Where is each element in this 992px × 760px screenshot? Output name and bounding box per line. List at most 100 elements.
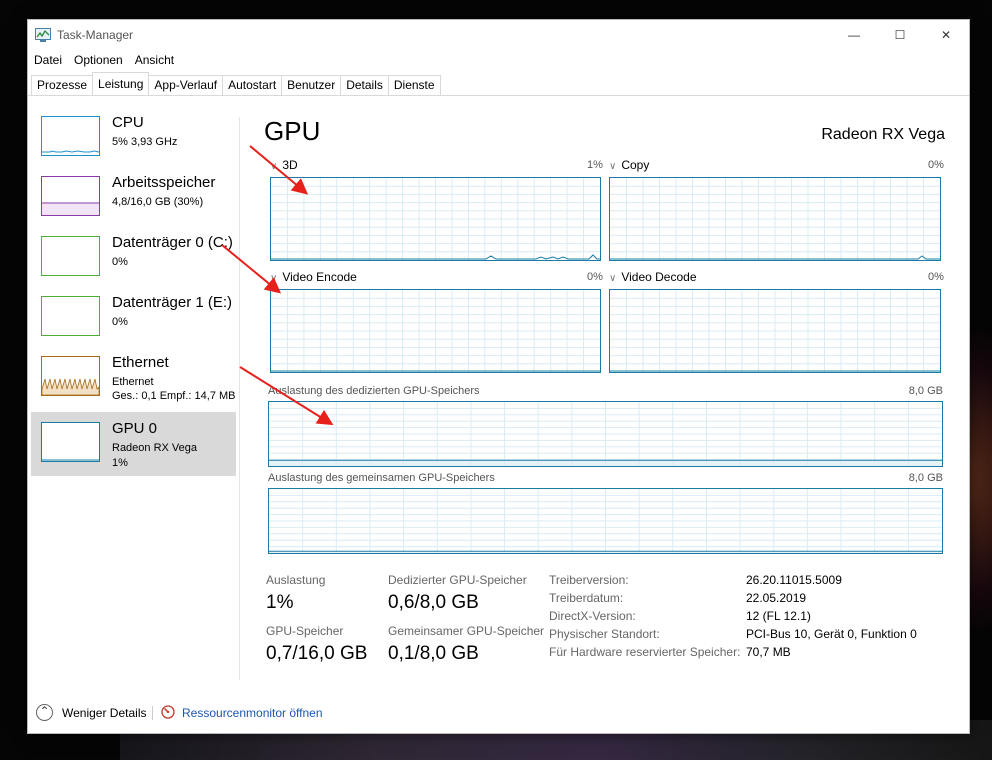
engine-graph-video-encode bbox=[270, 289, 601, 373]
task-manager-window: Task-Manager — ☐ ✕ Datei Optionen Ansich… bbox=[27, 19, 970, 734]
cpu-thumbnail-graph bbox=[41, 116, 100, 156]
utilization-label: Auslastung bbox=[266, 573, 326, 587]
sidebar-item-label: Arbeitsspeicher bbox=[112, 174, 216, 191]
sidebar-item-memory[interactable]: Arbeitsspeicher 4,8/16,0 GB (30%) bbox=[31, 166, 236, 226]
engine-selector-video-encode[interactable]: ∨ Video Encode bbox=[270, 270, 357, 284]
close-button[interactable]: ✕ bbox=[923, 20, 969, 50]
sidebar-item-label: Datenträger 1 (E:) bbox=[112, 294, 233, 311]
sidebar-item-ethernet[interactable]: Ethernet Ethernet Ges.: 0,1 Empf.: 14,7 … bbox=[31, 346, 236, 406]
chevron-down-icon: ∨ bbox=[270, 273, 278, 284]
gpu-detail-panel: GPU Radeon RX Vega ∨ 3D 1% ∨ Copy 0% ∨ Vide… bbox=[240, 106, 969, 686]
chevron-down-icon: ∨ bbox=[609, 161, 617, 172]
task-manager-app-icon bbox=[35, 28, 51, 42]
shared-memory-stat-value: 0,1/8,0 GB bbox=[388, 643, 479, 664]
physical-location-value: PCI-Bus 10, Gerät 0, Funktion 0 bbox=[746, 627, 917, 641]
tab-prozesse[interactable]: Prozesse bbox=[31, 75, 94, 95]
driver-version-value: 26.20.11015.5009 bbox=[746, 573, 842, 587]
tab-details[interactable]: Details bbox=[340, 75, 389, 95]
engine-percent: 1% bbox=[587, 159, 603, 171]
sidebar-item-throughput: Ges.: 0,1 Empf.: 14,7 MB bbox=[112, 390, 236, 402]
directx-version-value: 12 (FL 12.1) bbox=[746, 609, 811, 623]
title-bar[interactable]: Task-Manager — ☐ ✕ bbox=[28, 20, 969, 50]
dedicated-memory-stat-value: 0,6/8,0 GB bbox=[388, 592, 479, 613]
dedicated-memory-max: 8,0 GB bbox=[908, 385, 943, 397]
dedicated-memory-stat-label: Dedizierter GPU-Speicher bbox=[388, 573, 527, 587]
minimize-icon: — bbox=[848, 28, 860, 42]
engine-selector-copy[interactable]: ∨ Copy bbox=[609, 158, 649, 172]
close-icon: ✕ bbox=[940, 28, 952, 42]
menu-optionen[interactable]: Optionen bbox=[68, 51, 129, 69]
engine-label: Video Decode bbox=[621, 270, 697, 284]
gpu-memory-stat-label: GPU-Speicher bbox=[266, 624, 344, 638]
sidebar-item-detail: 0% bbox=[112, 316, 128, 328]
sidebar-item-disk-e[interactable]: Datenträger 1 (E:) 0% bbox=[31, 286, 236, 346]
chevron-down-icon: ∨ bbox=[609, 273, 617, 284]
sidebar-item-detail: 4,8/16,0 GB (30%) bbox=[112, 196, 204, 208]
engine-graph-copy bbox=[609, 177, 941, 261]
sidebar-item-label: Datenträger 0 (C:) bbox=[112, 234, 233, 251]
sidebar-item-detail: Ethernet bbox=[112, 376, 154, 388]
fewer-details-button[interactable]: Weniger Details bbox=[62, 706, 146, 720]
sidebar-item-detail: Radeon RX Vega bbox=[112, 442, 198, 454]
tab-app-verlauf[interactable]: App-Verlauf bbox=[148, 75, 224, 95]
driver-date-value: 22.05.2019 bbox=[746, 591, 807, 605]
footer-separator bbox=[152, 706, 153, 720]
engine-percent: 0% bbox=[587, 271, 603, 283]
physical-location-label: Physischer Standort: bbox=[549, 627, 660, 641]
utilization-value: 1% bbox=[266, 592, 294, 613]
minimize-button[interactable]: — bbox=[831, 20, 877, 50]
sidebar-item-gpu[interactable]: GPU 0 Radeon RX Vega 1% bbox=[31, 412, 236, 476]
maximize-button[interactable]: ☐ bbox=[877, 20, 923, 50]
tab-dienste[interactable]: Dienste bbox=[387, 75, 441, 95]
engine-percent: 0% bbox=[928, 159, 944, 171]
dedicated-memory-label: Auslastung des dedizierten GPU-Speichers bbox=[268, 385, 480, 397]
driver-date-label: Treiberdatum: bbox=[549, 591, 624, 605]
tab-autostart[interactable]: Autostart bbox=[222, 75, 283, 95]
sidebar-item-detail: 0% bbox=[112, 256, 128, 268]
dedicated-memory-graph bbox=[268, 401, 943, 467]
chevron-down-icon: ∨ bbox=[270, 161, 278, 172]
gpu-thumbnail-graph bbox=[41, 422, 100, 462]
engine-label: Video Encode bbox=[282, 270, 357, 284]
chevron-up-circle-icon[interactable]: ⌃ bbox=[36, 704, 53, 721]
performance-sidebar: CPU 5% 3,93 GHz Arbeitsspeicher 4,8/16,0… bbox=[31, 106, 236, 686]
directx-version-label: DirectX-Version: bbox=[549, 609, 636, 623]
sidebar-item-disk-c[interactable]: Datenträger 0 (C:) 0% bbox=[31, 226, 236, 286]
footer-bar: ⌃ Weniger Details Ressourcenmonitor öffn… bbox=[28, 697, 969, 733]
window-title: Task-Manager bbox=[57, 28, 134, 42]
sidebar-item-label: CPU bbox=[112, 114, 144, 131]
shared-memory-max: 8,0 GB bbox=[908, 472, 943, 484]
menu-datei[interactable]: Datei bbox=[28, 51, 68, 69]
menu-ansicht[interactable]: Ansicht bbox=[129, 51, 180, 69]
engine-label: Copy bbox=[621, 158, 650, 172]
hardware-reserved-memory-value: 70,7 MB bbox=[746, 645, 791, 659]
disk-c-thumbnail-graph bbox=[41, 236, 100, 276]
tab-strip: Prozesse Leistung App-Verlauf Autostart … bbox=[31, 72, 441, 95]
tab-benutzer[interactable]: Benutzer bbox=[281, 75, 342, 95]
resource-monitor-icon[interactable] bbox=[161, 705, 175, 719]
shared-memory-label: Auslastung des gemeinsamen GPU-Speichers bbox=[268, 472, 495, 484]
maximize-icon: ☐ bbox=[894, 28, 906, 42]
tab-leistung[interactable]: Leistung bbox=[92, 72, 150, 95]
page-title: GPU bbox=[264, 116, 321, 146]
menu-bar: Datei Optionen Ansicht bbox=[28, 51, 180, 69]
tab-divider bbox=[28, 95, 969, 96]
shared-memory-stat-label: Gemeinsamer GPU-Speicher bbox=[388, 624, 545, 638]
engine-percent: 0% bbox=[928, 271, 944, 283]
engine-selector-video-decode[interactable]: ∨ Video Decode bbox=[609, 270, 697, 284]
hardware-reserved-memory-label: Für Hardware reservierter Speicher: bbox=[549, 645, 741, 659]
engine-graph-video-decode bbox=[609, 289, 941, 373]
ethernet-thumbnail-graph bbox=[41, 356, 100, 396]
shared-memory-graph bbox=[268, 488, 943, 554]
sidebar-item-cpu[interactable]: CPU 5% 3,93 GHz bbox=[31, 106, 236, 166]
open-resource-monitor-link[interactable]: Ressourcenmonitor öffnen bbox=[182, 706, 323, 720]
sidebar-item-label: Ethernet bbox=[112, 354, 169, 371]
engine-selector-3d[interactable]: ∨ 3D bbox=[270, 158, 298, 172]
gpu-memory-stat-value: 0,7/16,0 GB bbox=[266, 643, 368, 664]
driver-version-label: Treiberversion: bbox=[549, 573, 629, 587]
memory-thumbnail-graph bbox=[41, 176, 100, 216]
engine-graph-3d bbox=[270, 177, 601, 261]
sidebar-item-usage: 1% bbox=[112, 457, 128, 469]
sidebar-item-label: GPU 0 bbox=[112, 420, 158, 437]
gpu-model-name: Radeon RX Vega bbox=[821, 126, 945, 143]
